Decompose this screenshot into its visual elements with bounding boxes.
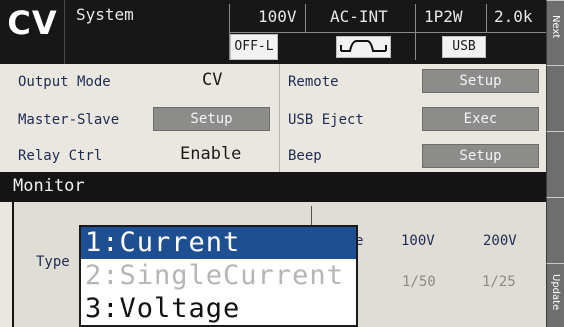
soft-key-2[interactable] [546, 65, 564, 131]
sine-wave-icon [336, 36, 391, 58]
update-tab[interactable]: Update [546, 263, 564, 327]
usb-eject-exec-button[interactable]: Exec [422, 107, 539, 131]
settings-divider [279, 64, 280, 172]
dropdown-option-voltage[interactable]: 3:Voltage [85, 293, 240, 325]
type-dropdown-list[interactable]: 1:Current 2:SingleCurrent 3:Voltage [79, 225, 358, 327]
monitor-title: Monitor [13, 176, 85, 196]
mode-text: CV [7, 4, 58, 42]
output-state-badge: OFF-L [230, 34, 278, 60]
col-200v-ratio: 1/25 [482, 274, 516, 290]
header-divider [229, 32, 546, 33]
master-slave-setup-button[interactable]: Setup [153, 107, 270, 131]
phase-config: 1P2W [424, 7, 463, 26]
relay-ctrl-value[interactable]: Enable [180, 144, 241, 164]
current-range: 2.0k [494, 7, 533, 26]
remote-label: Remote [288, 74, 339, 90]
col-100v-header: 100V [401, 233, 435, 249]
output-mode-value[interactable]: CV [202, 70, 222, 90]
next-tab[interactable]: Next [546, 0, 564, 65]
col-100v-ratio: 1/50 [402, 274, 436, 290]
beep-setup-button[interactable]: Setup [422, 144, 539, 168]
dropdown-option-current[interactable]: 1:Current [81, 227, 356, 259]
update-tab-label: Update [550, 274, 561, 311]
master-slave-label: Master-Slave [18, 112, 120, 128]
relay-ctrl-label: Relay Ctrl [18, 148, 103, 164]
soft-key-3[interactable] [546, 131, 564, 197]
header-divider [486, 4, 487, 32]
signal-source: AC-INT [330, 7, 388, 26]
sine-wave-icon-glyph [340, 40, 387, 52]
output-mode-label: Output Mode [18, 74, 111, 90]
col-200v-header: 200V [483, 233, 517, 249]
voltage-range: 100V [258, 7, 297, 26]
beep-label: Beep [288, 148, 322, 164]
menu-title: System [76, 5, 134, 24]
next-tab-label: Next [550, 15, 561, 39]
type-label: Type [36, 254, 70, 270]
dropdown-option-single-current: 2:SingleCurrent [85, 260, 344, 291]
header-divider [305, 4, 306, 32]
remote-setup-button[interactable]: Setup [422, 69, 539, 93]
soft-key-4[interactable] [546, 197, 564, 263]
usb-interface-badge: USB [442, 36, 486, 58]
usb-eject-label: USB Eject [288, 112, 364, 128]
